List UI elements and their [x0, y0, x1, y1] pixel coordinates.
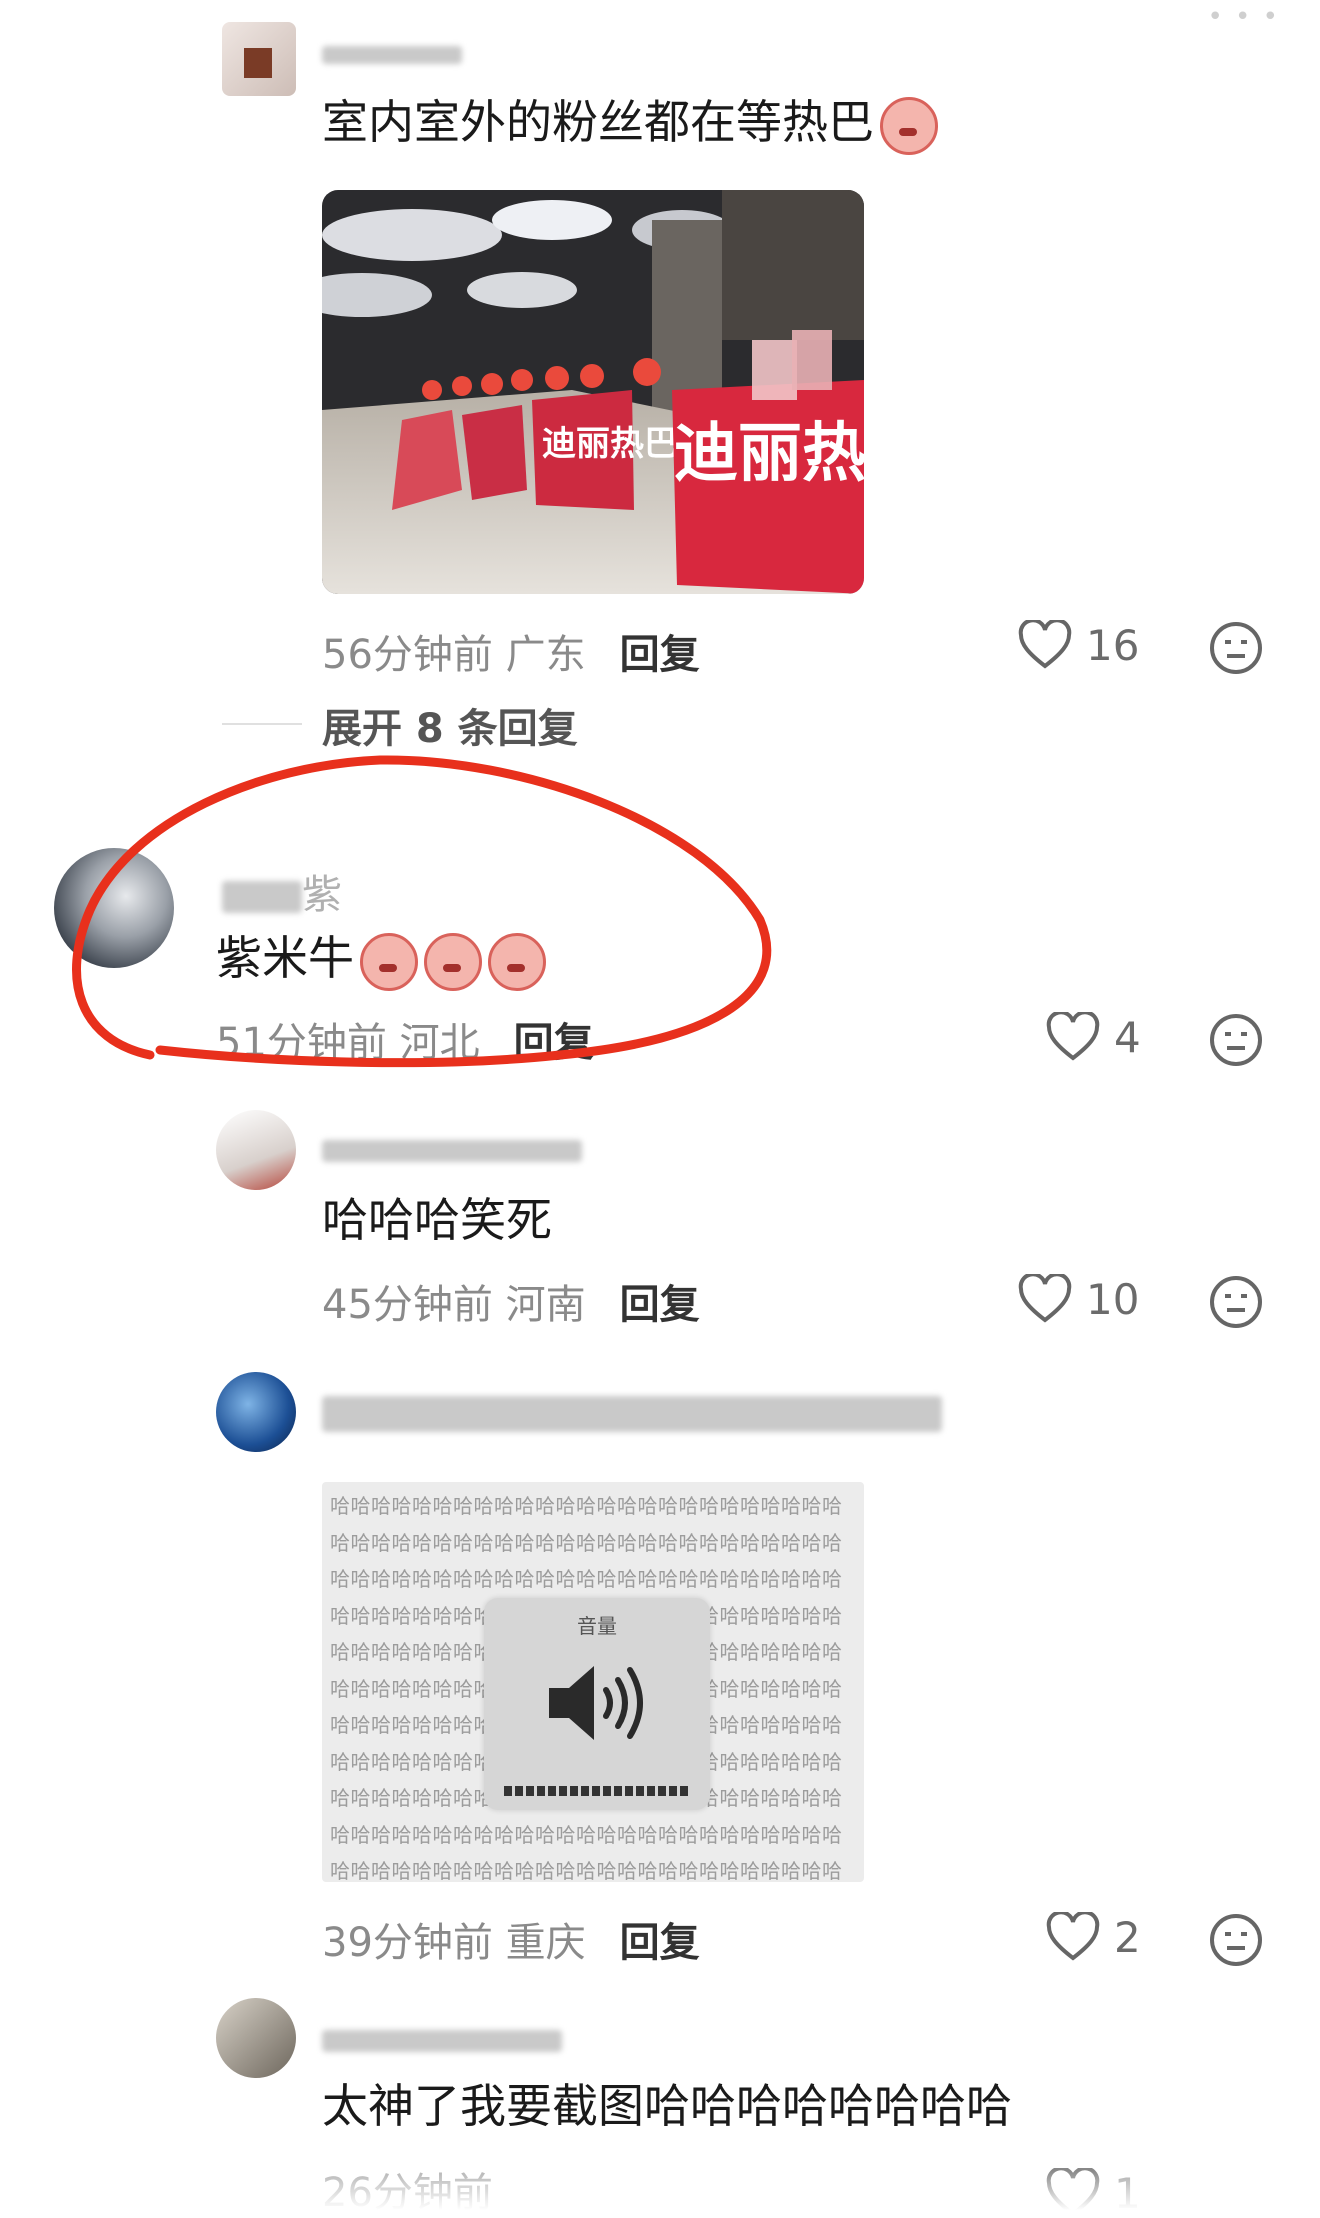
emoji-react-icon[interactable] — [1208, 1012, 1264, 1068]
heart-icon — [1018, 620, 1072, 669]
bottom-fade — [0, 2170, 1320, 2217]
comment-meta: 39分钟前 重庆 回复 — [322, 1920, 700, 1966]
comment-image[interactable]: 哈哈哈哈哈哈哈哈哈哈哈哈哈哈哈哈哈哈哈哈哈哈哈哈哈哈哈哈哈哈哈哈哈哈哈哈哈哈哈哈… — [322, 1482, 864, 1882]
reply-button[interactable]: 回复 — [620, 632, 700, 678]
like-button[interactable]: 10 — [1018, 1274, 1139, 1324]
red-circle-annotation — [72, 755, 772, 1068]
comment-text: 室内室外的粉丝都在等热巴 — [322, 92, 938, 155]
avatar[interactable] — [216, 1110, 296, 1190]
reply-button[interactable]: 回复 — [620, 1920, 700, 1966]
comment-text: 太神了我要截图哈哈哈哈哈哈哈哈 — [322, 2079, 1012, 2133]
volume-label: 音量 — [577, 1614, 617, 1638]
volume-hud: 音量 — [484, 1598, 710, 1810]
like-button[interactable]: 2 — [1046, 1912, 1141, 1962]
like-count: 16 — [1086, 620, 1140, 670]
heart-icon — [1018, 1274, 1072, 1323]
emoji-react-icon[interactable] — [1208, 620, 1264, 676]
username-blurred[interactable] — [322, 1140, 582, 1162]
image-content: 迪丽热巴 迪丽热 — [322, 190, 864, 594]
avatar[interactable] — [216, 1372, 296, 1452]
emoji-icon — [880, 96, 938, 155]
heart-icon — [1046, 1912, 1100, 1961]
reply-button[interactable]: 回复 — [620, 1282, 700, 1328]
avatar[interactable] — [216, 1998, 296, 2078]
banner-text: 迪丽热 — [674, 417, 864, 491]
expand-divider — [222, 723, 302, 725]
username-blurred[interactable] — [322, 1396, 942, 1432]
banner-text: 迪丽热巴 — [542, 424, 678, 464]
emoji-react-icon[interactable] — [1208, 1912, 1264, 1968]
like-count: 4 — [1114, 1012, 1141, 1062]
username-blurred[interactable] — [322, 46, 462, 64]
like-button[interactable]: 16 — [1018, 620, 1139, 670]
comment-meta: 56分钟前 广东 回复 — [322, 632, 700, 678]
volume-bar — [504, 1786, 690, 1796]
comment-meta: 45分钟前 河南 回复 — [322, 1282, 700, 1328]
comment-image[interactable]: 迪丽热巴 迪丽热 — [322, 190, 864, 594]
more-icon[interactable]: • • • — [1207, 2, 1280, 32]
emoji-react-icon[interactable] — [1208, 1274, 1264, 1330]
like-button[interactable]: 4 — [1046, 1012, 1141, 1062]
username-blurred[interactable] — [322, 2030, 562, 2052]
comment-text: 哈哈哈笑死 — [322, 1193, 552, 1247]
speaker-icon — [549, 1666, 643, 1740]
like-count: 10 — [1086, 1274, 1140, 1324]
like-count: 2 — [1114, 1912, 1141, 1962]
heart-icon — [1046, 1012, 1100, 1061]
avatar[interactable] — [222, 22, 296, 96]
